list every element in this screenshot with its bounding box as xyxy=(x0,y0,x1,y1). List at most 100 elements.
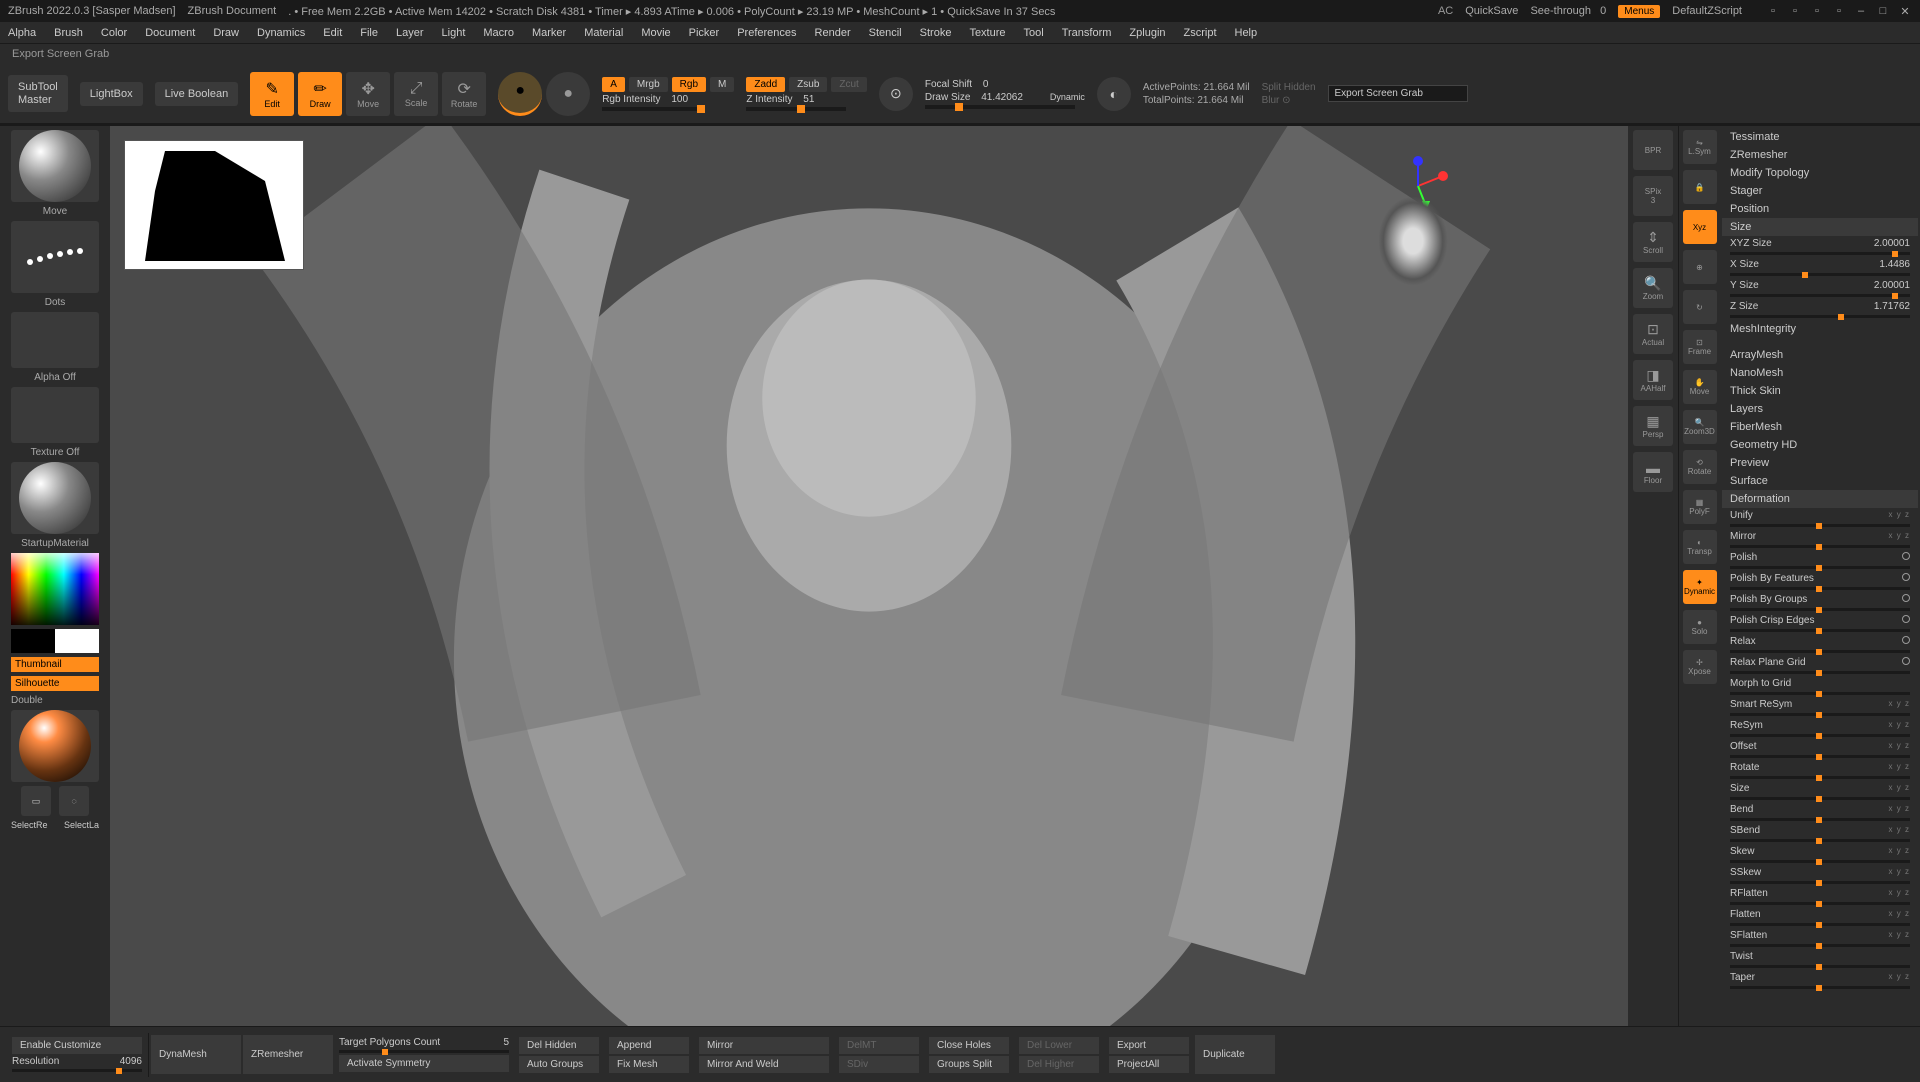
wc-icon[interactable]: ▫ xyxy=(1766,5,1780,18)
rp-y-size[interactable]: Y Size2.00001 xyxy=(1722,278,1918,299)
rp-deform-mirror[interactable]: Mirrorx y z xyxy=(1722,529,1918,550)
edit-button[interactable]: ✎Edit xyxy=(250,72,294,116)
rp-deform-polish-by-features[interactable]: Polish By Features xyxy=(1722,571,1918,592)
menu-help[interactable]: Help xyxy=(1235,27,1258,39)
del-lower-button[interactable]: Del Lower xyxy=(1019,1037,1099,1054)
delmt-button[interactable]: DelMT xyxy=(839,1037,919,1054)
rp-surface[interactable]: Surface xyxy=(1722,472,1918,490)
rp-deform-polish-by-groups[interactable]: Polish By Groups xyxy=(1722,592,1918,613)
rp-preview[interactable]: Preview xyxy=(1722,454,1918,472)
quicksave-button[interactable]: QuickSave xyxy=(1465,5,1518,17)
material-preview[interactable] xyxy=(11,462,99,534)
lsym-button[interactable]: ⇋L.Sym xyxy=(1683,130,1717,164)
wc-icon[interactable]: ▫ xyxy=(1788,5,1802,18)
rp-deform-offset[interactable]: Offsetx y z xyxy=(1722,739,1918,760)
texture-preview[interactable] xyxy=(11,387,99,443)
spix-button[interactable]: SPix3 xyxy=(1633,176,1673,216)
menu-document[interactable]: Document xyxy=(145,27,195,39)
rp-deform-relax-plane-grid[interactable]: Relax Plane Grid xyxy=(1722,655,1918,676)
move3d-button[interactable]: ✋Move xyxy=(1683,370,1717,404)
seethrough-label[interactable]: See-through 0 xyxy=(1530,5,1606,17)
rp-arraymesh[interactable]: ArrayMesh xyxy=(1722,346,1918,364)
resolution-slider[interactable]: Resolution4096 xyxy=(12,1056,142,1072)
rp-deformation-header[interactable]: Deformation xyxy=(1722,490,1918,508)
del-higher-button[interactable]: Del Higher xyxy=(1019,1056,1099,1073)
rp-deform-size[interactable]: Sizex y z xyxy=(1722,781,1918,802)
rp-x-size[interactable]: X Size1.4486 xyxy=(1722,257,1918,278)
subtool-master-button[interactable]: SubTool Master xyxy=(8,75,68,111)
xyz-button[interactable]: Xyz xyxy=(1683,210,1717,244)
menu-alpha[interactable]: Alpha xyxy=(8,27,36,39)
menu-texture[interactable]: Texture xyxy=(969,27,1005,39)
rp-deform-polish[interactable]: Polish xyxy=(1722,550,1918,571)
search-input[interactable] xyxy=(1328,85,1468,102)
thumbnail-button[interactable]: Thumbnail xyxy=(11,657,99,672)
gizmo-sphere2[interactable]: ● xyxy=(546,72,590,116)
thumbnail-overlay[interactable] xyxy=(124,140,304,270)
a-button[interactable]: A xyxy=(602,77,625,92)
menu-macro[interactable]: Macro xyxy=(483,27,514,39)
rp-meshintegrity[interactable]: MeshIntegrity xyxy=(1722,320,1918,338)
menu-stroke[interactable]: Stroke xyxy=(920,27,952,39)
close-icon[interactable]: ✕ xyxy=(1898,5,1912,18)
menu-render[interactable]: Render xyxy=(815,27,851,39)
color-picker[interactable] xyxy=(11,553,99,625)
menu-marker[interactable]: Marker xyxy=(532,27,566,39)
scale-button[interactable]: ⤢Scale xyxy=(394,72,438,116)
append-button[interactable]: Append xyxy=(609,1037,689,1054)
alpha-preview[interactable] xyxy=(11,312,99,368)
projectall-button[interactable]: ProjectAll xyxy=(1109,1056,1189,1073)
rotate3d-button[interactable]: ⟲Rotate xyxy=(1683,450,1717,484)
rp-thickskin[interactable]: Thick Skin xyxy=(1722,382,1918,400)
rp-xyz-size[interactable]: XYZ Size2.00001 xyxy=(1722,236,1918,257)
menu-preferences[interactable]: Preferences xyxy=(737,27,796,39)
activate-symmetry-button[interactable]: Activate Symmetry xyxy=(339,1055,509,1072)
transp-button[interactable]: ◐Transp xyxy=(1683,530,1717,564)
rp-deform-taper[interactable]: Taperx y z xyxy=(1722,970,1918,991)
select-lasso-button[interactable]: ◌ xyxy=(59,786,89,816)
viewport[interactable] xyxy=(110,126,1628,1026)
menu-file[interactable]: File xyxy=(360,27,378,39)
rgb-button[interactable]: Rgb xyxy=(672,77,706,92)
zcut-button[interactable]: Zcut xyxy=(831,77,866,92)
bpr-button[interactable]: BPR xyxy=(1633,130,1673,170)
mrgb-button[interactable]: Mrgb xyxy=(629,77,668,92)
mirror-button[interactable]: Mirror xyxy=(699,1037,829,1054)
zadd-button[interactable]: Zadd xyxy=(746,77,785,92)
color-swatches[interactable] xyxy=(11,629,99,653)
rp-deform-polish-crisp-edges[interactable]: Polish Crisp Edges xyxy=(1722,613,1918,634)
groups-split-button[interactable]: Groups Split xyxy=(929,1056,1009,1073)
lightbox-button[interactable]: LightBox xyxy=(80,82,143,106)
menu-zscript[interactable]: Zscript xyxy=(1184,27,1217,39)
menu-color[interactable]: Color xyxy=(101,27,127,39)
rp-deform-rflatten[interactable]: RFlattenx y z xyxy=(1722,886,1918,907)
wc-icon[interactable]: ▫ xyxy=(1832,5,1846,18)
live-boolean-button[interactable]: Live Boolean xyxy=(155,82,239,106)
rp-deform-bend[interactable]: Bendx y z xyxy=(1722,802,1918,823)
enable-customize-button[interactable]: Enable Customize xyxy=(12,1037,142,1054)
double-label[interactable]: Double xyxy=(11,695,99,706)
maximize-icon[interactable]: □ xyxy=(1876,5,1890,18)
fix-mesh-button[interactable]: Fix Mesh xyxy=(609,1056,689,1073)
rp-tessimate[interactable]: Tessimate xyxy=(1722,128,1918,146)
wc-icon[interactable]: ▫ xyxy=(1810,5,1824,18)
rp-deform-resym[interactable]: ReSymx y z xyxy=(1722,718,1918,739)
dynamic-button[interactable]: ✦Dynamic xyxy=(1683,570,1717,604)
refresh-button[interactable]: ↻ xyxy=(1683,290,1717,324)
rp-zremesher[interactable]: ZRemesher xyxy=(1722,146,1918,164)
menus-button[interactable]: Menus xyxy=(1618,5,1660,18)
close-holes-button[interactable]: Close Holes xyxy=(929,1037,1009,1054)
menu-movie[interactable]: Movie xyxy=(641,27,670,39)
dynamesh-button[interactable]: DynaMesh xyxy=(151,1035,241,1074)
menu-tool[interactable]: Tool xyxy=(1024,27,1044,39)
rp-deform-twist[interactable]: Twist xyxy=(1722,949,1918,970)
del-hidden-button[interactable]: Del Hidden xyxy=(519,1037,599,1054)
dynamic-label[interactable]: Dynamic xyxy=(1050,92,1085,102)
menu-transform[interactable]: Transform xyxy=(1062,27,1112,39)
menu-brush[interactable]: Brush xyxy=(54,27,83,39)
menu-light[interactable]: Light xyxy=(442,27,466,39)
auto-groups-button[interactable]: Auto Groups xyxy=(519,1056,599,1073)
zsub-button[interactable]: Zsub xyxy=(789,77,827,92)
aahalf-button[interactable]: ◨AAHalf xyxy=(1633,360,1673,400)
mirror-and-weld-button[interactable]: Mirror And Weld xyxy=(699,1056,829,1073)
